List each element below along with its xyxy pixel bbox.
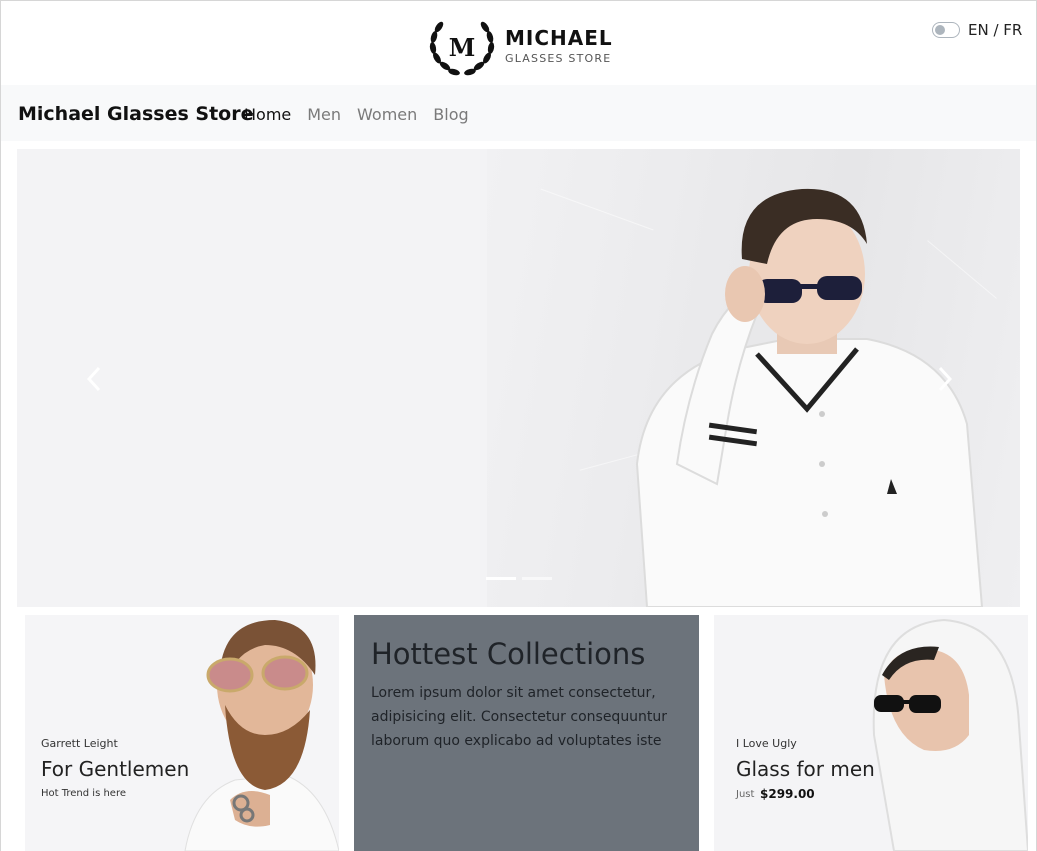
card-kicker: Garrett Leight: [41, 737, 118, 750]
laurel-wreath-icon: M: [429, 21, 495, 76]
carousel-indicator-1[interactable]: [486, 577, 516, 580]
toggle-switch-icon[interactable]: [932, 22, 960, 38]
carousel-indicators: [486, 577, 558, 580]
hooded-man-image: [872, 618, 1028, 851]
card-description: Lorem ipsum dolor sit amet consectetur, …: [371, 685, 668, 749]
logo-name: MICHAEL: [505, 26, 613, 50]
logo-letter: M: [449, 33, 476, 62]
carousel-indicator-2[interactable]: [522, 577, 552, 580]
card-title: Glass for men: [736, 757, 875, 781]
price-prefix: Just: [736, 789, 755, 800]
card-kicker: I Love Ugly: [736, 737, 797, 750]
chevron-left-icon[interactable]: [83, 364, 105, 394]
card-title: Hottest Collections: [371, 637, 646, 671]
nav-link-home[interactable]: Home: [244, 105, 291, 124]
nav-links: Home Men Women Blog: [244, 105, 485, 124]
nav-link-women[interactable]: Women: [357, 105, 417, 124]
language-toggle[interactable]: EN / FR: [932, 21, 1022, 39]
card-subtitle: Hot Trend is here: [41, 788, 126, 799]
promo-card-hottest[interactable]: Hottest Collections Lorem ipsum dolor si…: [354, 615, 699, 851]
hero-carousel: [17, 149, 1020, 607]
top-header: M MICHAEL GLASSES STORE EN / FR: [1, 1, 1036, 85]
nav-link-blog[interactable]: Blog: [433, 105, 468, 124]
toggle-knob: [935, 25, 945, 35]
navbar-brand[interactable]: Michael Glasses Store: [18, 103, 253, 125]
card-title: For Gentlemen: [41, 757, 190, 781]
chevron-right-icon[interactable]: [934, 364, 956, 394]
bearded-man-image: [184, 620, 339, 851]
logo-subtitle: GLASSES STORE: [505, 52, 612, 65]
nav-link-men[interactable]: Men: [307, 105, 341, 124]
language-label: EN / FR: [968, 21, 1023, 39]
main-navbar: Michael Glasses Store Home Men Women Blo…: [1, 85, 1036, 141]
promo-card-glass-for-men[interactable]: I Love Ugly Glass for men Just $299.00: [714, 615, 1028, 851]
promo-card-gentlemen[interactable]: Garrett Leight For Gentlemen Hot Trend i…: [25, 615, 339, 851]
price-value: $299.00: [760, 787, 815, 801]
store-logo[interactable]: M MICHAEL GLASSES STORE: [427, 16, 627, 78]
